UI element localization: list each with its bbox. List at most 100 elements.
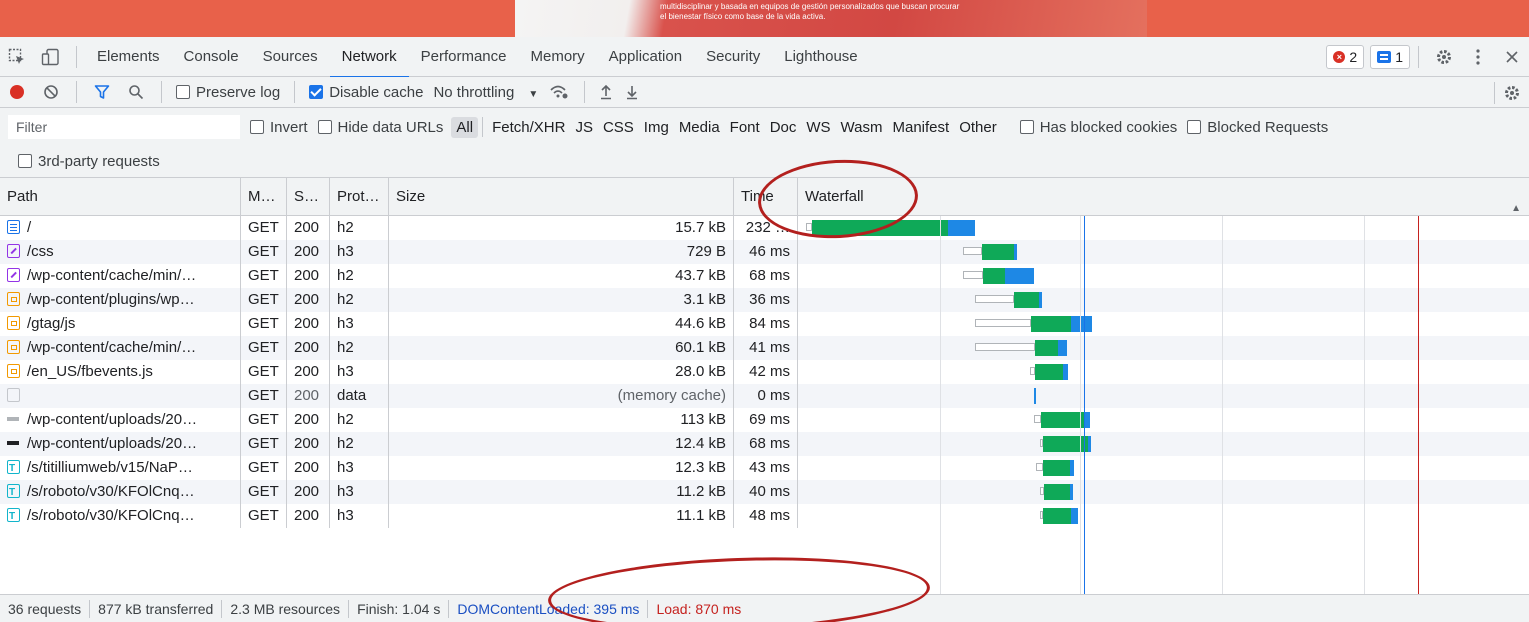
type-filter-js[interactable]: JS — [570, 117, 598, 138]
tab-sources[interactable]: Sources — [251, 37, 330, 77]
close-icon[interactable] — [1495, 37, 1529, 77]
checkbox[interactable] — [1019, 120, 1034, 134]
disable-cache-checkbox[interactable]: Disable cache — [303, 84, 429, 101]
size-value: (memory cache) — [617, 387, 726, 404]
export-icon[interactable] — [619, 77, 645, 108]
waterfall-download-bar — [948, 220, 975, 236]
time-value: 42 ms — [749, 363, 790, 380]
tab-application[interactable]: Application — [597, 37, 694, 77]
preserve-log-checkbox[interactable]: Preserve log — [170, 84, 286, 101]
cell-status: 200 — [287, 504, 330, 528]
tab-console[interactable]: Console — [172, 37, 251, 77]
disable-cache-label: Disable cache — [329, 83, 424, 101]
column-header-path[interactable]: Path — [0, 178, 241, 216]
cell-size: 11.1 kB — [389, 504, 734, 528]
type-filter-ws[interactable]: WS — [801, 117, 835, 138]
type-filter-media[interactable]: Media — [674, 117, 725, 138]
column-header-time[interactable]: Time — [734, 178, 798, 216]
import-icon[interactable] — [593, 77, 619, 108]
checkbox[interactable] — [317, 120, 332, 134]
waterfall-gridline — [940, 216, 941, 594]
cell-path: /wp-content/cache/min/… — [0, 336, 241, 360]
waterfall-queue-bar — [963, 247, 982, 255]
size-value: 113 kB — [680, 411, 726, 428]
table-row[interactable]: /s/titilliumweb/v15/NaP… GET 200 h3 12.3 kB 4… — [0, 456, 1529, 480]
device-toolbar-icon[interactable] — [34, 37, 68, 77]
divider — [161, 81, 162, 103]
gear-icon[interactable] — [1427, 37, 1461, 77]
table-row[interactable]: /css GET 200 h3 729 B 46 ms — [0, 240, 1529, 264]
inspect-element-icon[interactable] — [0, 37, 34, 77]
resources-size: 2.3 MB resources — [222, 599, 350, 618]
cell-status: 200 — [287, 480, 330, 504]
type-filter-img[interactable]: Img — [639, 117, 674, 138]
network-conditions-icon[interactable] — [542, 77, 576, 108]
table-row[interactable]: /s/roboto/v30/KFOlCnq… GET 200 h3 11.1 kB 48 … — [0, 504, 1529, 528]
checkbox[interactable] — [1187, 120, 1202, 134]
type-filter-css[interactable]: CSS — [598, 117, 639, 138]
waterfall-queue-bar — [1036, 463, 1043, 471]
record-icon[interactable] — [0, 77, 34, 108]
gear-icon[interactable] — [1495, 77, 1529, 108]
type-filter-fetchxhr[interactable]: Fetch/XHR — [487, 117, 570, 138]
column-header-protocol[interactable]: Prot… — [330, 178, 389, 216]
protocol-value: h3 — [337, 243, 354, 260]
checkbox[interactable] — [176, 85, 190, 99]
table-row[interactable]: GET 200 data (memory cache) 0 ms — [0, 384, 1529, 408]
tab-memory[interactable]: Memory — [519, 37, 597, 77]
column-header-size[interactable]: Size — [389, 178, 734, 216]
table-row[interactable]: / GET 200 h2 15.7 kB 232 … — [0, 216, 1529, 240]
waterfall-waiting-bar — [1043, 460, 1070, 476]
table-row[interactable]: /gtag/js GET 200 h3 44.6 kB 84 ms — [0, 312, 1529, 336]
cell-method: GET — [241, 504, 287, 528]
tab-performance[interactable]: Performance — [409, 37, 519, 77]
file-font-icon — [7, 481, 20, 504]
column-header-method[interactable]: M… — [241, 178, 287, 216]
column-header-waterfall[interactable]: Waterfall ▲ — [798, 178, 1529, 216]
file-img1-icon — [7, 412, 20, 426]
third-party-requests-checkbox[interactable]: 3rd-party requests — [0, 146, 160, 176]
cell-method: GET — [241, 336, 287, 360]
type-filter-other[interactable]: Other — [954, 117, 1002, 138]
filter-input[interactable] — [8, 115, 240, 139]
tab-security[interactable]: Security — [694, 37, 772, 77]
table-row[interactable]: /s/roboto/v30/KFOlCnq… GET 200 h3 11.2 kB 40 … — [0, 480, 1529, 504]
checkbox[interactable] — [250, 120, 264, 134]
type-filter-doc[interactable]: Doc — [765, 117, 802, 138]
tab-network[interactable]: Network — [329, 37, 409, 78]
kebab-menu-icon[interactable] — [1461, 37, 1495, 77]
errors-badge[interactable]: × 2 — [1326, 45, 1365, 69]
checkbox[interactable] — [309, 85, 324, 99]
cell-method: GET — [241, 384, 287, 408]
type-filter-wasm[interactable]: Wasm — [836, 117, 888, 138]
type-filter-all[interactable]: All — [451, 116, 479, 138]
throttling-select[interactable]: No throttling ▼ — [429, 84, 542, 101]
table-row[interactable]: /wp-content/uploads/20… GET 200 h2 12.4 kB 68… — [0, 432, 1529, 456]
type-filter-font[interactable]: Font — [725, 117, 765, 138]
status-value: 200 — [294, 363, 320, 380]
table-row[interactable]: /wp-content/uploads/20… GET 200 h2 113 kB 69 … — [0, 408, 1529, 432]
tab-elements[interactable]: Elements — [85, 37, 172, 77]
tab-lighthouse[interactable]: Lighthouse — [772, 37, 869, 77]
messages-badge[interactable]: 1 — [1370, 45, 1410, 69]
waterfall-waiting-bar — [983, 268, 1005, 284]
cell-status: 200 — [287, 384, 330, 408]
table-row[interactable]: /wp-content/cache/min/… GET 200 h2 43.7 kB 68… — [0, 264, 1529, 288]
table-row[interactable]: /en_US/fbevents.js GET 200 h3 28.0 kB 42 ms — [0, 360, 1529, 384]
invert-checkbox[interactable]: Invert — [250, 119, 308, 136]
file-blank-icon — [7, 388, 20, 402]
column-header-status[interactable]: S… — [287, 178, 330, 216]
table-row[interactable]: /wp-content/plugins/wp… GET 200 h2 3.1 kB 36 … — [0, 288, 1529, 312]
blocked-requests-checkbox[interactable]: Blocked Requests — [1187, 119, 1328, 136]
clear-icon[interactable] — [34, 77, 68, 108]
table-row[interactable]: /wp-content/cache/min/… GET 200 h2 60.1 kB 41… — [0, 336, 1529, 360]
cell-status: 200 — [287, 312, 330, 336]
waterfall-queue-bar — [963, 271, 983, 279]
checkbox[interactable] — [18, 154, 32, 168]
hide-data-urls-checkbox[interactable]: Hide data URLs — [317, 119, 443, 136]
cell-protocol: h2 — [330, 432, 389, 456]
has-blocked-cookies-checkbox[interactable]: Has blocked cookies — [1019, 119, 1177, 136]
filter-icon[interactable] — [85, 77, 119, 108]
type-filter-manifest[interactable]: Manifest — [888, 117, 955, 138]
search-icon[interactable] — [119, 77, 153, 108]
